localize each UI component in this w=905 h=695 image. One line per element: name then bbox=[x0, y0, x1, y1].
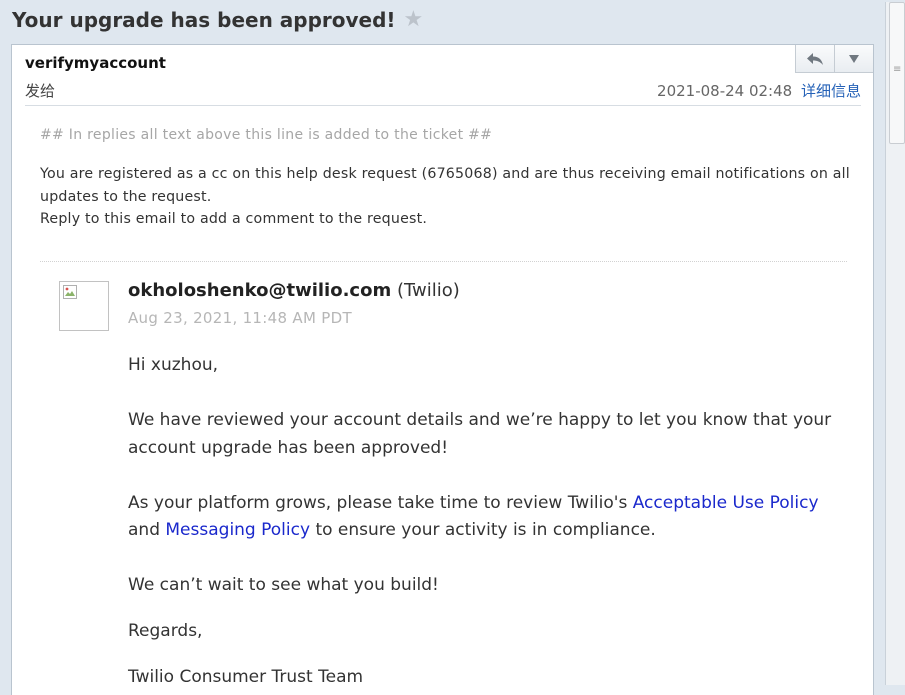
messaging-policy-link[interactable]: Messaging Policy bbox=[165, 520, 310, 540]
acceptable-use-policy-link[interactable]: Acceptable Use Policy bbox=[633, 493, 819, 513]
paragraph-build: We can’t wait to see what you build! bbox=[128, 575, 439, 595]
cc-notice: You are registered as a cc on this help … bbox=[40, 163, 860, 231]
paragraph-policy: As your platform grows, please take time… bbox=[128, 490, 833, 545]
action-buttons bbox=[795, 45, 873, 73]
reply-button[interactable] bbox=[795, 45, 834, 73]
chevron-down-icon bbox=[849, 54, 859, 63]
grip-icon: ≡ bbox=[893, 64, 902, 75]
email-datetime: 2021-08-24 02:48 bbox=[657, 82, 793, 100]
cc-notice-line2: Reply to this email to add a comment to … bbox=[40, 211, 428, 227]
scrollbar-thumb[interactable]: ≡ bbox=[889, 2, 905, 144]
sender-org: (Twilio) bbox=[396, 280, 460, 301]
details-link[interactable]: 详细信息 bbox=[801, 82, 861, 100]
avatar bbox=[59, 281, 109, 331]
email-card: verifymyaccount 发给 2021-08-24 02:48 详细信息… bbox=[11, 44, 874, 695]
sender-email: okholoshenko@twilio.com bbox=[128, 280, 392, 301]
comment-sender: okholoshenko@twilio.com (Twilio) bbox=[128, 280, 460, 301]
star-icon[interactable]: ★ bbox=[404, 9, 424, 31]
more-actions-button[interactable] bbox=[834, 45, 873, 73]
paragraph-approved: We have reviewed your account details an… bbox=[128, 410, 832, 458]
comment-date: Aug 23, 2021, 11:48 AM PDT bbox=[128, 309, 352, 327]
cc-notice-line1: You are registered as a cc on this help … bbox=[40, 166, 850, 205]
reply-marker-text: ## In replies all text above this line i… bbox=[40, 127, 493, 143]
signature: Twilio Consumer Trust Team bbox=[128, 667, 364, 687]
email-subject: Your upgrade has been approved! ★ bbox=[12, 8, 423, 32]
header-divider bbox=[25, 105, 861, 106]
policy-text-and: and bbox=[128, 520, 166, 540]
greeting: Hi xuzhou, bbox=[128, 355, 219, 375]
regards: Regards, bbox=[128, 621, 203, 641]
comment-divider bbox=[40, 261, 847, 262]
email-meta: 2021-08-24 02:48 详细信息 bbox=[657, 80, 861, 101]
broken-image-icon bbox=[63, 285, 77, 299]
policy-text-suffix: to ensure your activity is in compliance… bbox=[310, 520, 656, 540]
sender-name[interactable]: verifymyaccount bbox=[25, 54, 166, 72]
scrollbar[interactable]: ≡ bbox=[885, 2, 905, 685]
policy-text-prefix: As your platform grows, please take time… bbox=[128, 492, 633, 513]
redacted-recipient bbox=[87, 73, 392, 113]
comment-body: Hi xuzhou, We have reviewed your account… bbox=[128, 352, 833, 692]
reply-icon bbox=[807, 52, 823, 65]
subject-text: Your upgrade has been approved! bbox=[12, 8, 396, 32]
recipient-label: 发给 bbox=[25, 82, 56, 100]
